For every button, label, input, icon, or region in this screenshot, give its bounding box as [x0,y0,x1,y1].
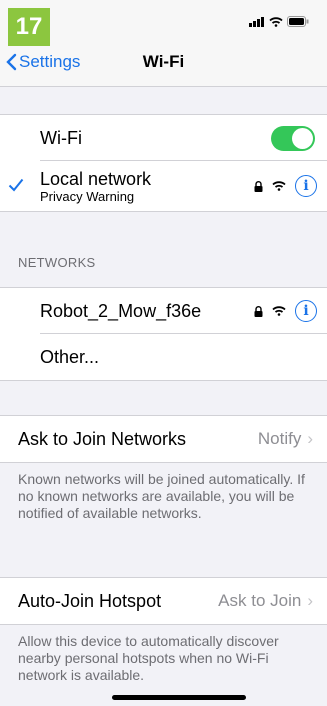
connected-network-name: Local network [40,168,152,189]
step-number-badge: 17 [8,8,50,46]
chevron-right-icon: › [307,429,313,448]
auto-join-row[interactable]: Auto-Join Hotspot Ask to Join › [0,578,327,624]
info-icon[interactable]: i [295,300,317,322]
auto-join-label: Auto-Join Hotspot [18,590,162,611]
connected-network-row[interactable]: Local network Privacy Warning i [0,161,327,211]
ask-join-value-group: Notify › [258,429,313,449]
networks-group: Robot_2_Mow_f36e i Other... [0,287,327,381]
auto-join-group: Auto-Join Hotspot Ask to Join › [0,577,327,625]
networks-section-header: NETWORKS [18,255,96,270]
auto-join-footer: Allow this device to automatically disco… [18,633,279,683]
network-status-icons: i [254,300,317,322]
network-name: Robot_2_Mow_f36e [40,300,202,321]
wifi-toggle[interactable] [271,126,315,151]
network-row[interactable]: Robot_2_Mow_f36e i [0,288,327,334]
other-network-label: Other... [40,346,100,367]
page-title: Wi-Fi [142,52,185,71]
ask-join-footer: Known networks will be joined automatica… [18,471,305,521]
wifi-toggle-row: Wi-Fi [0,115,327,161]
privacy-warning-label: Privacy Warning [40,188,135,204]
toggle-knob [292,128,313,149]
wifi-label: Wi-Fi [40,127,82,148]
step-number: 17 [15,13,43,40]
ask-join-value: Notify [257,429,302,448]
wifi-signal-icon [272,181,286,191]
wifi-status-icon [269,16,283,27]
chevron-right-icon: › [307,591,313,610]
ask-join-label: Ask to Join Networks [18,428,187,449]
home-indicator [112,695,246,700]
checkmark-icon [8,178,24,192]
lock-icon [254,305,263,317]
navigation-bar: Settings Wi-Fi [0,40,327,87]
network-status-icons: i [254,175,317,197]
wifi-signal-icon [272,306,286,316]
ask-join-row[interactable]: Ask to Join Networks Notify › [0,416,327,462]
info-icon[interactable]: i [295,175,317,197]
status-icons [249,16,309,27]
auto-join-value-group: Ask to Join › [218,591,313,611]
wifi-group: Wi-Fi Local network Privacy Warning i [0,114,327,212]
ask-join-group: Ask to Join Networks Notify › [0,415,327,463]
battery-icon [287,16,309,27]
auto-join-value: Ask to Join [218,591,302,610]
signal-icon [249,16,264,27]
other-network-row[interactable]: Other... [0,334,327,380]
lock-icon [254,180,263,192]
